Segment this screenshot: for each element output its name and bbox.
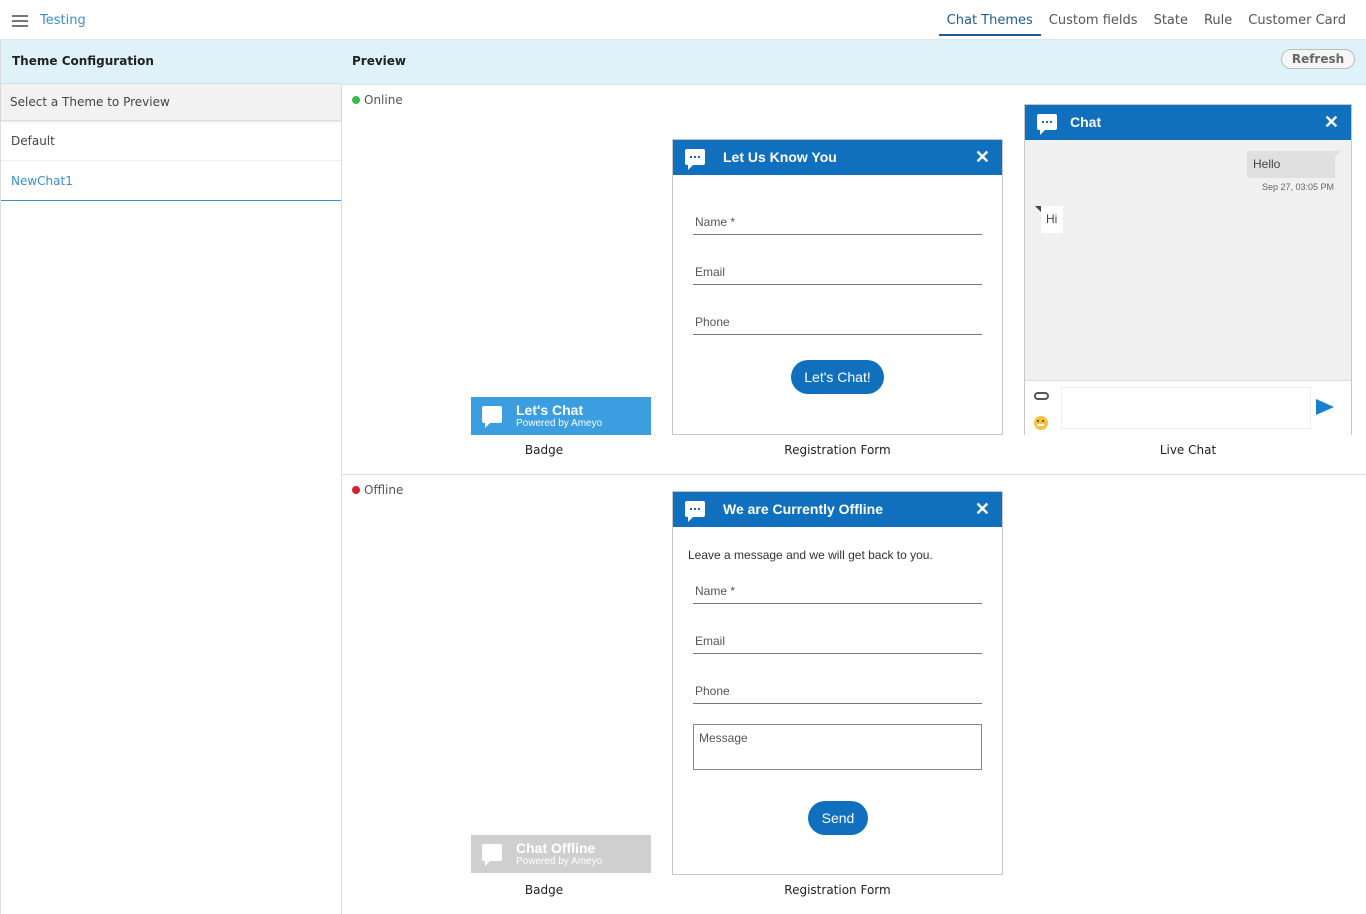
chat-bubble-icon [685,501,705,522]
theme-configuration-header: Theme Configuration [1,40,341,84]
online-status: Online [352,93,403,107]
offline-chat-badge[interactable]: Chat Offline Powered by Ameyo [471,835,651,873]
offline-status-label: Offline [364,483,404,497]
close-icon[interactable]: ✕ [1324,112,1339,132]
top-bar: Testing Chat Themes Custom fields State … [0,0,1366,40]
hamburger-menu-icon[interactable] [12,15,28,27]
chat-messages: Hello Sep 27, 03:05 PM Hi [1025,140,1351,380]
emoji-icon[interactable] [1034,416,1048,430]
attachment-icon[interactable] [1034,392,1049,400]
online-status-dot [352,96,360,104]
chat-bubble-icon [685,149,705,170]
form-header: Let Us Know You ✕ [673,140,1002,175]
send-icon[interactable] [1316,399,1334,415]
online-status-label: Online [364,93,403,107]
theme-item-newchat1[interactable]: NewChat1 [1,161,341,201]
lets-chat-button[interactable]: Let's Chat! [791,360,884,394]
preview-header: Preview [341,40,1366,85]
tab-custom-fields[interactable]: Custom fields [1041,0,1146,36]
online-registration-form: Let Us Know You ✕ Name * Email Phone Let… [672,139,1003,435]
offline-badge-caption: Badge [524,883,564,897]
tab-rule[interactable]: Rule [1196,0,1240,36]
app-title[interactable]: Testing [40,13,86,28]
live-chat-caption: Live Chat [1159,443,1217,457]
message-textarea[interactable]: Message [693,724,982,770]
phone-field[interactable]: Phone [693,311,982,335]
badge-title: Chat Offline [516,840,596,856]
section-divider [341,474,1366,475]
badge-title: Let's Chat [516,402,584,418]
online-chat-badge[interactable]: Let's Chat Powered by Ameyo [471,397,651,435]
close-icon[interactable]: ✕ [975,147,990,167]
chat-bubble-icon [1037,114,1057,135]
theme-item-default[interactable]: Default [1,121,341,161]
email-field[interactable]: Email [693,630,982,654]
offline-form-caption: Registration Form [784,883,891,897]
offline-registration-form: We are Currently Offline ✕ Leave a messa… [672,491,1003,875]
tab-chat-themes[interactable]: Chat Themes [938,0,1041,36]
online-badge-caption: Badge [524,443,564,457]
offline-message: Leave a message and we will get back to … [688,548,933,562]
theme-configuration-panel: Theme Configuration Select a Theme to Pr… [0,40,342,914]
offline-status-dot [352,486,360,494]
chat-header: Chat ✕ [1025,105,1351,140]
refresh-button[interactable]: Refresh [1281,49,1355,69]
tab-customer-card[interactable]: Customer Card [1240,0,1354,36]
phone-field[interactable]: Phone [693,680,982,704]
chat-message-input[interactable] [1061,387,1311,429]
name-field[interactable]: Name * [693,211,982,235]
chat-bubble-icon [482,406,502,428]
send-button[interactable]: Send [808,801,868,835]
badge-subtitle: Powered by Ameyo [516,418,603,429]
form-title: Let Us Know You [723,149,837,165]
chat-bubble-icon [482,844,502,866]
offline-status: Offline [352,483,403,497]
close-icon[interactable]: ✕ [975,499,990,519]
chat-input-bar [1025,380,1351,435]
message-timestamp: Sep 27, 03:05 PM [1261,182,1334,192]
online-form-caption: Registration Form [784,443,891,457]
incoming-message: Hi [1035,206,1063,233]
email-field[interactable]: Email [693,261,982,285]
chat-title: Chat [1070,114,1102,130]
form-title: We are Currently Offline [723,501,884,517]
tab-state[interactable]: State [1146,0,1196,36]
form-header: We are Currently Offline ✕ [673,492,1002,527]
badge-subtitle: Powered by Ameyo [516,856,603,867]
live-chat-window: Chat ✕ Hello Sep 27, 03:05 PM Hi [1024,104,1352,435]
top-tabs: Chat Themes Custom fields State Rule Cus… [938,0,1354,40]
name-field[interactable]: Name * [693,580,982,604]
outgoing-message: Hello [1247,151,1341,178]
select-theme-label: Select a Theme to Preview [1,84,341,121]
